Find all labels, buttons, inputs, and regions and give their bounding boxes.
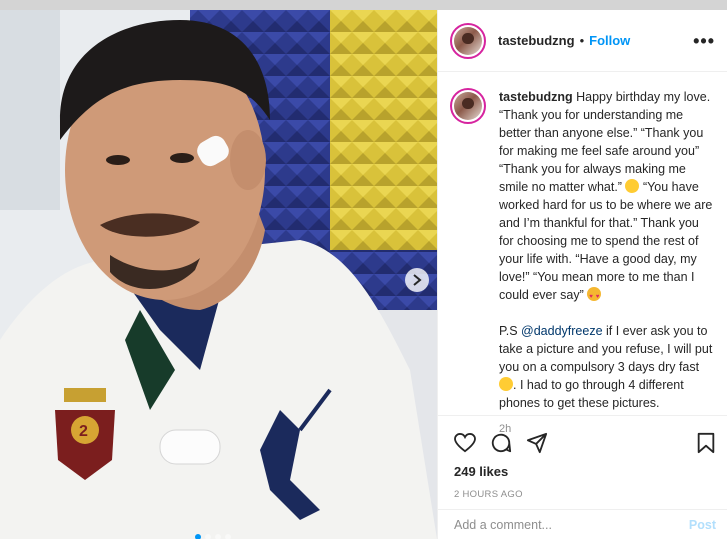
caption-text-1: Happy birthday my love. “Thank you for u… bbox=[499, 90, 711, 194]
carousel-indicator bbox=[195, 534, 231, 539]
comment-input[interactable] bbox=[454, 517, 689, 532]
heart-eyes-icon bbox=[587, 287, 602, 306]
author-avatar[interactable] bbox=[450, 22, 486, 59]
browser-backdrop bbox=[0, 0, 727, 10]
more-options-icon[interactable]: ••• bbox=[693, 32, 715, 50]
mention-link[interactable]: @daddyfreeze bbox=[521, 324, 603, 338]
heart-icon[interactable] bbox=[454, 433, 476, 453]
action-buttons bbox=[454, 426, 716, 460]
caption-ps-paragraph: P.S @daddyfreeze if I ever ask you to ta… bbox=[499, 322, 715, 412]
comment-bar: Post bbox=[438, 509, 727, 539]
post-comment-button[interactable]: Post bbox=[689, 518, 716, 532]
post-header: tastebudzng • Follow ••• bbox=[438, 10, 727, 72]
caption-avatar[interactable] bbox=[450, 88, 486, 124]
caption-ps-text-2: . I had to go through 4 different phones… bbox=[499, 378, 684, 410]
actions-bar: 249 likes 2 HOURS AGO bbox=[438, 415, 727, 500]
follow-button[interactable]: Follow bbox=[589, 33, 630, 48]
photo-illustration: 2 bbox=[0, 10, 437, 539]
carousel-dot-active bbox=[195, 534, 201, 539]
grinning-squinting-icon bbox=[499, 377, 513, 391]
post-sidebar: tastebudzng • Follow ••• tastebudzng Hap… bbox=[437, 10, 727, 539]
post-photo[interactable]: 2 bbox=[0, 10, 437, 539]
carousel-dot bbox=[205, 534, 211, 539]
caption-username[interactable]: tastebudzng bbox=[499, 90, 573, 104]
grinning-face-icon bbox=[625, 179, 640, 193]
header-separator: • bbox=[579, 33, 585, 48]
comment-icon[interactable] bbox=[490, 432, 512, 454]
caption-ps-prefix: P.S bbox=[499, 324, 518, 338]
svg-text:2: 2 bbox=[79, 423, 88, 440]
posted-time[interactable]: 2 HOURS AGO bbox=[454, 489, 716, 500]
caption-paragraph: tastebudzng Happy birthday my love. “Tha… bbox=[499, 88, 715, 306]
chevron-right-icon bbox=[413, 274, 422, 286]
caption-section: tastebudzng Happy birthday my love. “Tha… bbox=[438, 72, 727, 435]
like-count[interactable]: 249 likes bbox=[454, 464, 716, 479]
caption-text-2: “You have worked hard for us to be where… bbox=[499, 180, 713, 302]
carousel-next-button[interactable] bbox=[405, 268, 429, 292]
carousel-dot bbox=[225, 534, 231, 539]
share-icon[interactable] bbox=[526, 432, 548, 454]
bookmark-icon[interactable] bbox=[696, 432, 716, 454]
author-username[interactable]: tastebudzng bbox=[498, 33, 575, 48]
carousel-dot bbox=[215, 534, 221, 539]
caption-body: tastebudzng Happy birthday my love. “Tha… bbox=[499, 88, 715, 435]
